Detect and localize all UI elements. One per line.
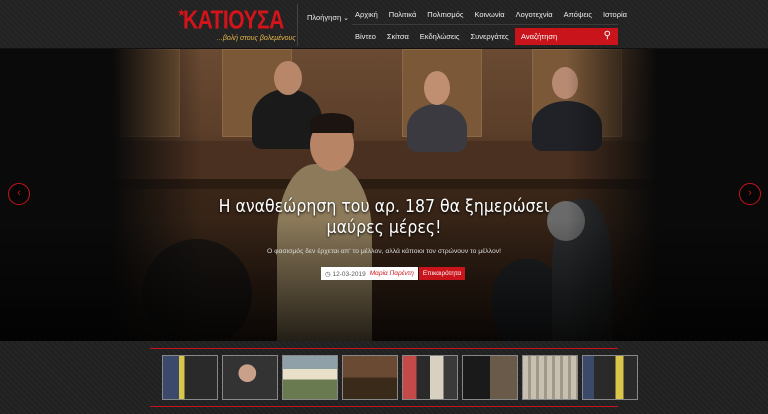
site-logo[interactable]: ★ ΚΑΤΙΟΥΣΑ ...βολή στους βολεμένους bbox=[177, 6, 296, 44]
article-headline-link[interactable]: Η αναθεώρηση του αρ. 187 θα ξημερώσει μα… bbox=[209, 197, 558, 239]
nav-item-opinions[interactable]: Απόψεις bbox=[564, 10, 592, 19]
navigation-label: Πλοήγηση bbox=[307, 13, 342, 22]
logo-tagline: ...βολή στους βολεμένους bbox=[217, 35, 296, 42]
thumbnail[interactable] bbox=[462, 355, 518, 400]
nav-item-events[interactable]: Εκδηλώσεις bbox=[420, 32, 460, 41]
main-nav-row-2: Βίντεο Σκίτσα Εκδηλώσεις Συνεργάτες bbox=[355, 32, 509, 41]
thumbnail[interactable] bbox=[342, 355, 398, 400]
thumbnail[interactable] bbox=[282, 355, 338, 400]
thumbnail-list bbox=[162, 355, 638, 400]
main-nav-row-1: Αρχική Πολιτικά Πολιτισμός Κοινωνία Λογο… bbox=[355, 10, 627, 19]
strip-top-line bbox=[150, 348, 618, 349]
slider-prev-button[interactable]: ‹ bbox=[8, 183, 30, 205]
strip-bottom-line bbox=[150, 406, 618, 407]
logo-text: ΚΑΤΙΟΥΣΑ bbox=[183, 6, 284, 35]
nav-item-culture[interactable]: Πολιτισμός bbox=[427, 10, 463, 19]
thumbnail[interactable] bbox=[582, 355, 638, 400]
search-icon[interactable]: ⚲ bbox=[604, 30, 611, 41]
nav-item-history[interactable]: Ιστορία bbox=[603, 10, 627, 19]
article-date: ◷ 12-03-2019 bbox=[321, 267, 370, 280]
chevron-right-icon: › bbox=[748, 187, 752, 199]
article-meta: ◷ 12-03-2019 Μαρία Παρέντη Επικαιρότητα bbox=[321, 267, 466, 280]
thumbnail[interactable] bbox=[222, 355, 278, 400]
nav-item-society[interactable]: Κοινωνία bbox=[475, 10, 505, 19]
nav-item-literature[interactable]: Λογοτεχνία bbox=[516, 10, 553, 19]
chevron-down-icon: ⌄ bbox=[343, 15, 349, 22]
nav-item-contributors[interactable]: Συνεργάτες bbox=[471, 32, 509, 41]
nav-item-video[interactable]: Βίντεο bbox=[355, 32, 376, 41]
header-vertical-divider bbox=[297, 4, 298, 46]
article-subtitle: Ο φασισμός δεν έρχεται απ' το μέλλον, αλ… bbox=[266, 248, 502, 255]
hero-slider: ‹ › bbox=[0, 49, 768, 341]
nav-divider bbox=[352, 24, 618, 25]
nav-item-politics[interactable]: Πολιτικά bbox=[389, 10, 416, 19]
slider-next-button[interactable]: › bbox=[739, 183, 761, 205]
navigation-menu-toggle[interactable]: Πλοήγηση ⌄ bbox=[307, 13, 349, 22]
nav-item-sketches[interactable]: Σκίτσα bbox=[387, 32, 409, 41]
nav-item-home[interactable]: Αρχική bbox=[355, 10, 378, 19]
search-input[interactable]: Αναζήτηση ⚲ bbox=[515, 28, 618, 45]
search-placeholder: Αναζήτηση bbox=[521, 32, 558, 41]
article-date-text: 12-03-2019 bbox=[332, 271, 366, 278]
thumbnail[interactable] bbox=[402, 355, 458, 400]
thumbnail[interactable] bbox=[162, 355, 218, 400]
article-category-badge[interactable]: Επικαιρότητα bbox=[418, 267, 466, 280]
article-author-link[interactable]: Μαρία Παρέντη bbox=[369, 267, 418, 280]
chevron-left-icon: ‹ bbox=[17, 187, 21, 199]
thumbnail[interactable] bbox=[522, 355, 578, 400]
